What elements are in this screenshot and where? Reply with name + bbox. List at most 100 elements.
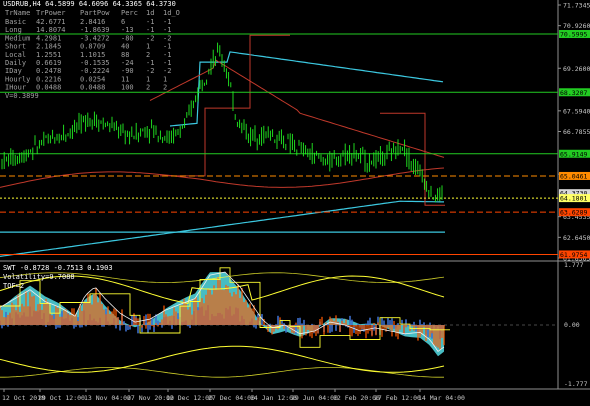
table-cell: -3.4272 [80,34,110,42]
table-cell: 4.2981 [36,34,61,42]
table-cell: Daily [5,59,26,67]
indicator-tick-label: 1.777 [564,261,584,269]
time-axis-label: 29 Jun 04:00 [291,394,338,402]
table-cell: 14.8074 [36,26,66,34]
table-cell: 1 [146,75,150,83]
table-cell: Hourly [5,75,30,83]
table-cell: 1 [163,75,167,83]
table-cell: -1 [146,59,154,67]
chart-window[interactable]: USDRUB,H4 64.5899 64.6096 64.3365 64.373… [0,0,590,406]
table-header-cell: 1d_O [163,9,180,17]
price-tick-label: 66.7855 [563,128,590,136]
envelope-lower-line [0,167,445,188]
table-cell: -80 [121,34,134,42]
table-cell: 2 [146,51,150,59]
table-cell: 0.0488 [80,84,105,92]
price-tag-label: 65.0461 [560,172,587,180]
indicator-title: SWT -0.8728 -0.7513 0.1903 [3,264,113,272]
time-axis-label: 14 Mar 04:00 [418,394,465,402]
table-cell: -1 [163,51,171,59]
table-cell: 0.0488 [36,84,61,92]
price-tag: 70.5995 [559,30,590,39]
time-axis-label: 27 Dec 04:00 [208,394,255,402]
volatility-lower-line [0,345,445,373]
price-chart[interactable]: USDRUB,H4 64.5899 64.6096 64.3365 64.373… [0,0,590,406]
envelope-upper-line [149,59,445,158]
table-header-cell: TrName [5,9,30,17]
ma-rising-line [0,200,444,257]
time-axis-label: 12 Dec 12:00 [166,394,213,402]
table-header-cell: 1d [146,9,154,17]
table-cell: 1 [146,43,150,51]
time-axis-label: 13 Nov 04:00 [84,394,131,402]
price-tag: 63.6289 [559,208,590,217]
table-cell: 40 [121,43,129,51]
price-tag: 61.9754 [559,250,590,259]
price-tag-label: 63.6289 [560,209,587,217]
table-cell: 88 [121,51,129,59]
table-cell: -2 [146,67,154,75]
time-axis-label: 29 Oct 12:00 [38,394,85,402]
table-cell: 1.2551 [36,51,61,59]
table-cell: IHour [5,84,26,92]
table-header-cell: TrPower [36,9,66,17]
indicator-tick-label: 0.00 [564,321,580,329]
table-cell: 0.2478 [36,67,61,75]
table-cell: -1 [163,18,171,26]
price-tag-label: 65.9149 [560,150,587,158]
table-cell: 42.6771 [36,18,66,26]
table-footer: V=0.3899 [5,92,39,100]
table-cell: 11 [121,75,129,83]
table-cell: Local [5,51,26,59]
price-tick-label: 71.7345 [563,2,590,10]
table-cell: 2.1845 [36,43,61,51]
indicator-volatility: Volatility=9.7088 [3,273,75,281]
table-cell: 2.8416 [80,18,105,26]
table-cell: -2 [146,34,154,42]
table-cell: -0.2224 [80,67,110,75]
time-axis-label: 27 Feb 12:00 [374,394,421,402]
indicator-tick-label: -1.777 [564,380,588,388]
table-cell: 2 [146,84,150,92]
indicator-tof: TOF=2 [3,282,24,290]
table-cell: -1 [146,18,154,26]
price-tag-label: 70.5995 [560,31,587,39]
table-header-cell: Perc [121,9,138,17]
price-tick-label: 62.6450 [563,234,590,242]
price-tick-label: 67.5940 [563,107,590,115]
table-cell: 6 [121,18,125,26]
table-cell: 1.1015 [80,51,105,59]
table-header-cell: PartPow [80,9,110,17]
price-tag-label: 64.1801 [560,195,587,203]
table-cell: -1 [146,26,154,34]
price-tag-label: 61.9754 [560,251,587,259]
table-cell: -1 [163,43,171,51]
table-cell: Basic [5,18,26,26]
table-cell: -1 [163,59,171,67]
table-cell: 0.6619 [36,59,61,67]
table-cell: -24 [121,59,134,67]
table-cell: Long [5,26,22,34]
table-cell: -90 [121,67,134,75]
table-cell: 0.8709 [80,43,105,51]
table-cell: -1 [163,26,171,34]
table-cell: -2 [163,34,171,42]
price-tick-label: 69.2600 [563,65,590,73]
table-cell: 0.0254 [80,75,105,83]
table-cell: IDay [5,67,22,75]
window-title: USDRUB,H4 64.5899 64.6096 64.3365 64.373… [3,0,176,8]
table-cell: -1.8639 [80,26,110,34]
table-cell: -13 [121,26,134,34]
table-cell: Short [5,43,26,51]
table-cell: -0.1535 [80,59,110,67]
table-cell: Medium [5,34,30,42]
price-tag: 65.0461 [559,171,590,180]
price-tick-label: 70.9260 [563,22,590,30]
time-axis-label: 14 Jan 12:00 [250,394,297,402]
price-tag: 64.1801 [559,194,590,203]
time-axis-label: 12 Feb 20:00 [333,394,380,402]
price-tag: 65.9149 [559,149,590,158]
price-tag-label: 68.3207 [560,89,587,97]
price-tag: 68.3207 [559,88,590,97]
table-cell: -2 [163,67,171,75]
